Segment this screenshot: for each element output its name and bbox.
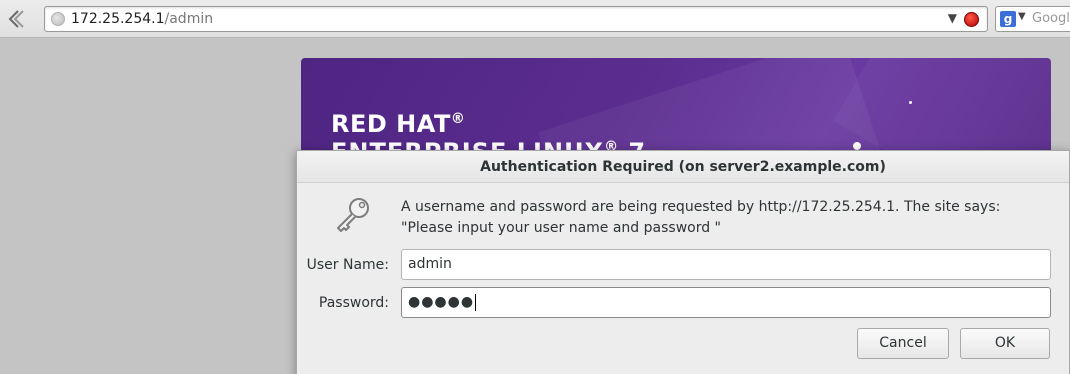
username-field[interactable]: admin	[401, 249, 1051, 280]
url-bar[interactable]: 172.25.254.1/admin ▼	[44, 6, 988, 32]
banner-decoration	[853, 142, 861, 150]
stop-icon[interactable]	[964, 12, 979, 27]
password-label: Password:	[318, 295, 389, 311]
url-host: 172.25.254.1	[71, 11, 165, 27]
back-icon[interactable]	[4, 6, 30, 32]
dialog-title: Authentication Required (on server2.exam…	[297, 151, 1069, 183]
cancel-button[interactable]: Cancel	[857, 328, 949, 359]
chevron-down-icon[interactable]: ▼	[948, 11, 957, 25]
search-bar[interactable]: g ▼ Google	[995, 6, 1070, 32]
globe-icon	[51, 12, 65, 26]
url-path: /admin	[164, 11, 214, 27]
page-banner: RED HAT® ENTERPRISE LINUX® 7	[301, 58, 1051, 158]
key-icon	[331, 193, 375, 237]
password-masked-value: ●●●●●	[408, 294, 475, 310]
brand-logo-text: RED HAT®	[331, 110, 465, 138]
trademark-symbol: ®	[450, 111, 466, 127]
url-text[interactable]: 172.25.254.1/admin	[71, 11, 213, 27]
search-engine-dropdown-icon[interactable]: ▼	[1018, 11, 1026, 22]
auth-dialog: Authentication Required (on server2.exam…	[296, 150, 1070, 374]
username-label: User Name:	[306, 257, 389, 273]
auth-message: A username and password are being reques…	[401, 199, 1001, 236]
browser-toolbar: 172.25.254.1/admin ▼ g ▼ Google	[0, 0, 1070, 38]
search-placeholder: Google	[1032, 11, 1070, 26]
google-icon[interactable]: g	[1000, 11, 1016, 27]
ok-button[interactable]: OK	[960, 328, 1050, 359]
password-field[interactable]: ●●●●●	[401, 287, 1051, 318]
banner-decoration	[909, 101, 912, 104]
text-cursor	[475, 293, 477, 311]
brand-name: RED HAT	[331, 110, 451, 138]
username-value: admin	[408, 256, 452, 272]
